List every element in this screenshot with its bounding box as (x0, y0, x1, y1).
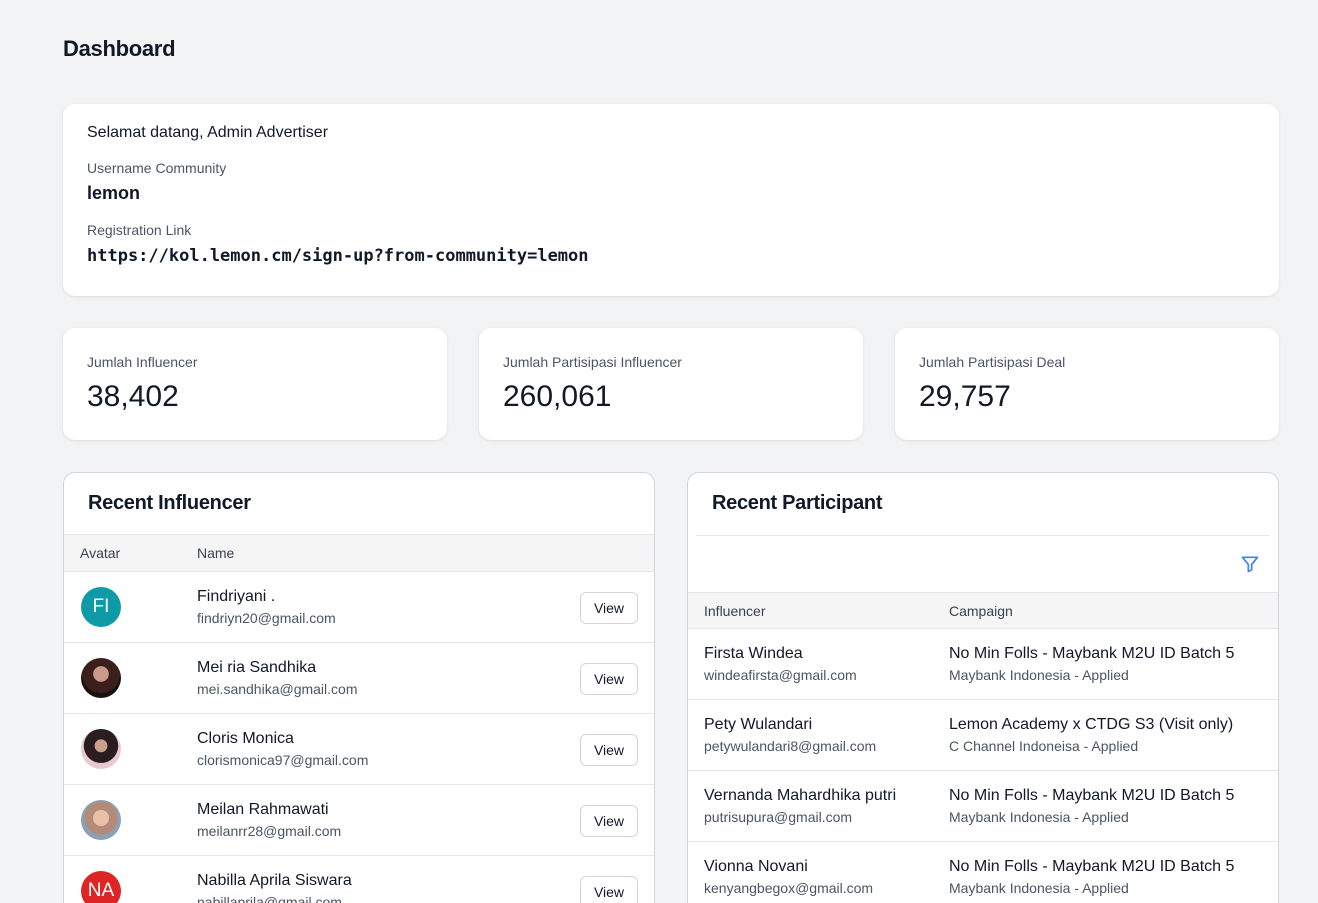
campaign-detail: C Channel Indoneisa - Applied (949, 738, 1139, 754)
panel-title: Recent Participant (712, 492, 883, 514)
participant-name: Vionna Novani (704, 858, 808, 875)
campaign-detail: Maybank Indonesia - Applied (949, 809, 1129, 825)
campaign-detail: Maybank Indonesia - Applied (949, 667, 1129, 683)
stat-value: 260,061 (503, 380, 612, 413)
stat-card-influencer: Jumlah Influencer 38,402 (63, 328, 447, 440)
influencer-name: Mei ria Sandhika (197, 659, 317, 676)
column-header-influencer: Influencer (704, 602, 766, 619)
table-row: Mei ria Sandhika mei.sandhika@gmail.com … (64, 643, 654, 714)
influencer-name: Findriyani . (197, 588, 276, 605)
campaign-name: Lemon Academy x CTDG S3 (Visit only) (949, 716, 1234, 733)
avatar (81, 800, 121, 840)
influencer-email: findriyn20@gmail.com (197, 610, 336, 626)
recent-participant-panel: Recent Participant Influencer Campaign F… (687, 472, 1279, 903)
view-button[interactable]: View (580, 663, 638, 695)
stat-label: Jumlah Influencer (87, 354, 198, 370)
stat-card-participation: Jumlah Partisipasi Influencer 260,061 (479, 328, 863, 440)
influencer-email: nabillaprila@gmail.com (197, 894, 342, 903)
influencer-name: Nabilla Aprila Siswara (197, 872, 352, 889)
view-button[interactable]: View (580, 734, 638, 766)
stat-label: Jumlah Partisipasi Influencer (503, 354, 682, 370)
campaign-name: No Min Folls - Maybank M2U ID Batch 5 (949, 645, 1235, 662)
table-row[interactable]: Vionna Novani kenyangbegox@gmail.com No … (688, 842, 1278, 903)
stat-card-deal: Jumlah Partisipasi Deal 29,757 (895, 328, 1279, 440)
column-header-campaign: Campaign (949, 602, 1013, 619)
participant-name: Vernanda Mahardhika putri (704, 787, 897, 804)
influencer-email: clorismonica97@gmail.com (197, 752, 369, 768)
campaign-name: No Min Folls - Maybank M2U ID Batch 5 (949, 787, 1235, 804)
welcome-card: Selamat datang, Admin Advertiser Usernam… (63, 104, 1279, 296)
participant-email: windeafirsta@gmail.com (704, 667, 857, 683)
table-row[interactable]: Vernanda Mahardhika putri putrisupura@gm… (688, 771, 1278, 842)
view-button[interactable]: View (580, 805, 638, 837)
column-header-avatar: Avatar (80, 545, 121, 561)
stat-value: 29,757 (919, 380, 1011, 413)
filter-icon[interactable] (1240, 554, 1260, 574)
table-row[interactable]: Firsta Windea windeafirsta@gmail.com No … (688, 629, 1278, 700)
influencer-name: Meilan Rahmawati (197, 801, 329, 818)
table-row: NA Nabilla Aprila Siswara nabillaprila@g… (64, 856, 654, 903)
avatar (81, 729, 121, 769)
view-button[interactable]: View (580, 876, 638, 903)
influencer-email: mei.sandhika@gmail.com (197, 681, 358, 697)
participant-email: putrisupura@gmail.com (704, 809, 853, 825)
table-row[interactable]: Pety Wulandari petywulandari8@gmail.com … (688, 700, 1278, 771)
username-value: lemon (87, 183, 141, 203)
registration-link[interactable]: https://kol.lemon.cm/sign-up?from-commun… (87, 246, 1255, 266)
campaign-name: No Min Folls - Maybank M2U ID Batch 5 (949, 858, 1235, 875)
table-row: Cloris Monica clorismonica97@gmail.com V… (64, 714, 654, 785)
table-row: FI Findriyani . findriyn20@gmail.com Vie… (64, 572, 654, 643)
username-label: Username Community (87, 160, 227, 176)
stat-value: 38,402 (87, 380, 179, 413)
influencer-email: meilanrr28@gmail.com (197, 823, 342, 839)
influencer-name: Cloris Monica (197, 730, 294, 747)
panel-title: Recent Influencer (64, 473, 654, 535)
table-header: Avatar Name (64, 535, 654, 572)
registration-link-label: Registration Link (87, 222, 192, 238)
stat-label: Jumlah Partisipasi Deal (919, 354, 1066, 370)
view-button[interactable]: View (580, 592, 638, 624)
participant-email: petywulandari8@gmail.com (704, 738, 877, 754)
welcome-greeting: Selamat datang, Admin Advertiser (87, 124, 329, 141)
table-header: Influencer Campaign (688, 592, 1278, 629)
avatar (81, 658, 121, 698)
participant-name: Pety Wulandari (704, 716, 813, 733)
page-title: Dashboard (63, 36, 176, 61)
column-header-name: Name (197, 545, 235, 561)
participant-name: Firsta Windea (704, 645, 803, 662)
avatar: NA (81, 871, 121, 903)
filter-bar (696, 535, 1270, 592)
campaign-detail: Maybank Indonesia - Applied (949, 880, 1129, 896)
table-row: Meilan Rahmawati meilanrr28@gmail.com Vi… (64, 785, 654, 856)
recent-influencer-panel: Recent Influencer Avatar Name FI Findriy… (63, 472, 655, 903)
avatar: FI (81, 587, 121, 627)
participant-email: kenyangbegox@gmail.com (704, 880, 874, 896)
